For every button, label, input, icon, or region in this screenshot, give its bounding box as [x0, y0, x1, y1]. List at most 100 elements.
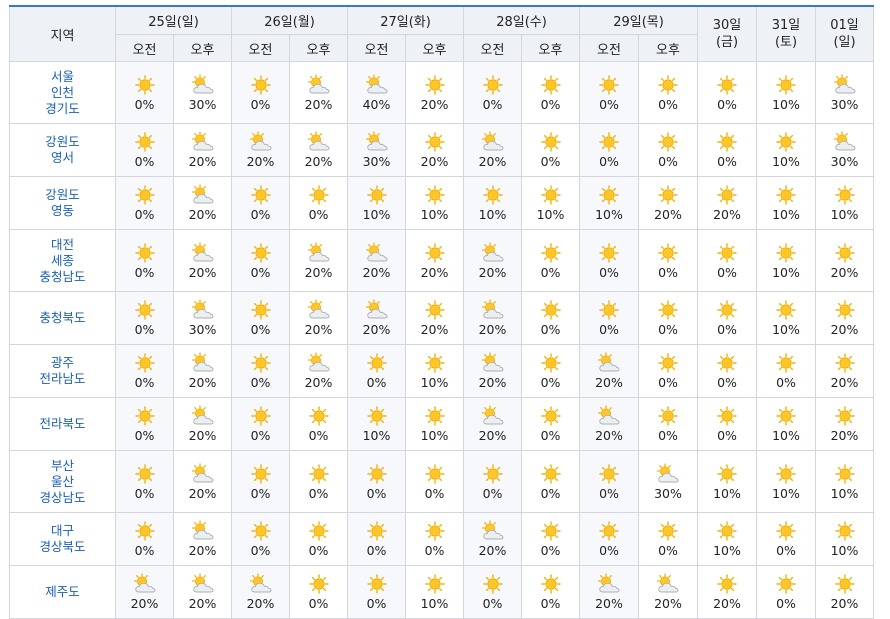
- forecast-cell: 0%: [347, 450, 406, 513]
- sunny-icon: [522, 352, 579, 374]
- precipitation-percent: 10%: [420, 375, 449, 390]
- precipitation-percent: 0%: [134, 428, 155, 443]
- forecast-cell: 0%: [697, 291, 757, 345]
- forecast-cell: 0%: [579, 450, 639, 513]
- pm-header: 오후: [405, 34, 464, 62]
- forecast-cell: 0%: [405, 512, 464, 566]
- forecast-cell: 0%: [115, 450, 174, 513]
- sunny-icon: [116, 520, 173, 542]
- sunny-icon: [698, 520, 756, 542]
- forecast-cell: 0%: [697, 344, 757, 398]
- sunny-icon: [698, 184, 756, 206]
- sunny-icon: [698, 242, 756, 264]
- region-label: 인천: [50, 84, 74, 100]
- forecast-cell: 20%: [697, 176, 757, 230]
- region-label: 충청남도: [39, 268, 86, 284]
- sunny-icon: [464, 74, 521, 96]
- sunny-icon: [116, 242, 173, 264]
- precipitation-percent: 0%: [776, 596, 796, 611]
- precipitation-percent: 0%: [540, 375, 561, 390]
- sunny-icon: [639, 352, 697, 374]
- precipitation-percent: 0%: [540, 264, 561, 280]
- forecast-cell: 20%: [173, 397, 232, 451]
- precipitation-percent: 20%: [478, 428, 507, 443]
- forecast-cell: 0%: [231, 344, 290, 398]
- region-cell: 충청북도: [9, 291, 116, 345]
- partly-cloudy-icon: [464, 352, 521, 374]
- sunny-icon: [522, 184, 579, 206]
- sunny-icon: [290, 184, 347, 206]
- forecast-cell: 30%: [347, 123, 406, 177]
- precipitation-percent: 0%: [482, 485, 503, 501]
- precipitation-percent: 10%: [713, 543, 741, 558]
- region-label: 세종: [50, 252, 74, 268]
- precipitation-percent: 0%: [540, 96, 561, 112]
- precipitation-percent: 10%: [362, 428, 391, 443]
- forecast-cell: 0%: [521, 61, 580, 124]
- forecast-cell: 10%: [697, 512, 757, 566]
- precipitation-percent: 20%: [304, 375, 333, 390]
- forecast-cell: 20%: [173, 512, 232, 566]
- precipitation-percent: 10%: [772, 485, 800, 501]
- precipitation-percent: 0%: [717, 96, 737, 112]
- sunny-icon: [757, 74, 815, 96]
- partly-cloudy-icon: [290, 352, 347, 374]
- sunny-icon: [639, 74, 697, 96]
- forecast-cell: 0%: [697, 229, 757, 292]
- forecast-cell: 0%: [638, 512, 698, 566]
- forecast-cell: 20%: [463, 397, 522, 451]
- precipitation-percent: 20%: [188, 485, 217, 501]
- day-header: 25일(일): [115, 5, 232, 35]
- forecast-cell: 20%: [579, 344, 639, 398]
- precipitation-percent: 20%: [654, 596, 682, 611]
- precipitation-percent: 10%: [536, 207, 565, 222]
- partly-cloudy-icon: [580, 573, 638, 595]
- precipitation-percent: 20%: [595, 428, 623, 443]
- forecast-cell: 20%: [347, 229, 406, 292]
- precipitation-percent: 10%: [772, 428, 800, 443]
- partly-cloudy-icon: [580, 352, 638, 374]
- precipitation-percent: 0%: [717, 264, 737, 280]
- precipitation-percent: 20%: [478, 154, 507, 169]
- precipitation-percent: 30%: [362, 154, 391, 169]
- forecast-cell: 20%: [638, 176, 698, 230]
- forecast-cell: 0%: [289, 565, 348, 619]
- precipitation-percent: 20%: [246, 596, 275, 611]
- forecast-cell: 0%: [289, 397, 348, 451]
- precipitation-percent: 20%: [478, 322, 507, 337]
- forecast-cell: 0%: [115, 176, 174, 230]
- sunny-icon: [698, 299, 756, 321]
- sunny-icon: [290, 520, 347, 542]
- sunny-icon: [406, 299, 463, 321]
- forecast-cell: 30%: [815, 61, 874, 124]
- forecast-cell: 10%: [697, 450, 757, 513]
- precipitation-percent: 0%: [658, 96, 678, 112]
- sunny-icon: [816, 299, 873, 321]
- precipitation-percent: 10%: [420, 596, 449, 611]
- precipitation-percent: 0%: [134, 207, 155, 222]
- sunny-icon: [406, 131, 463, 153]
- sunny-icon: [816, 463, 873, 485]
- region-cell: 부산 울산 경상남도: [9, 450, 116, 513]
- region-label: 부산: [50, 457, 74, 473]
- region-label: 제주도: [45, 584, 80, 599]
- partly-cloudy-icon: [290, 241, 347, 264]
- sunny-icon: [406, 463, 463, 485]
- forecast-cell: 0%: [521, 123, 580, 177]
- forecast-cell: 20%: [173, 229, 232, 292]
- sunny-icon: [522, 405, 579, 427]
- precipitation-percent: 20%: [362, 322, 391, 337]
- forecast-cell: 0%: [579, 291, 639, 345]
- sunny-icon: [580, 242, 638, 264]
- sunny-icon: [757, 242, 815, 264]
- forecast-cell: 20%: [115, 565, 174, 619]
- precipitation-percent: 0%: [250, 485, 271, 501]
- forecast-cell: 20%: [231, 565, 290, 619]
- forecast-cell: 40%: [347, 61, 406, 124]
- forecast-cell: 20%: [463, 291, 522, 345]
- table-row: 대구 경상북도 0% 20% 0% 0% 0% 0% 20% 0% 0% 0% 10% 0% 10%: [9, 512, 874, 566]
- forecast-cell: 0%: [405, 450, 464, 513]
- forecast-cell: 0%: [289, 512, 348, 566]
- forecast-cell: 0%: [579, 229, 639, 292]
- sunny-icon: [757, 463, 815, 485]
